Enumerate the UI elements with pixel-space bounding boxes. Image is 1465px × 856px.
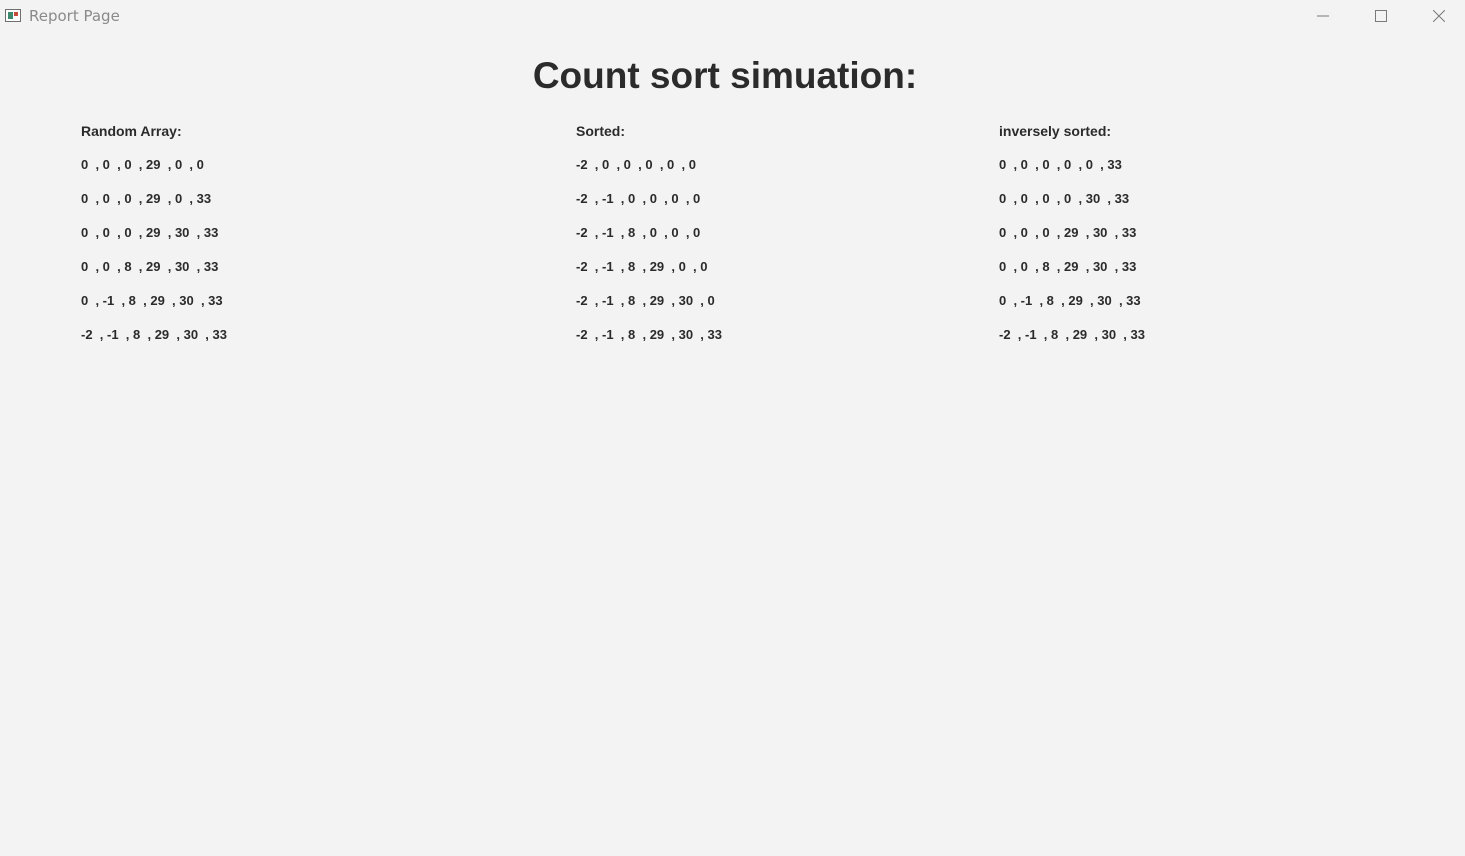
- random-array-column: Random Array: 0 , 0 , 0 , 29 , 0 , 0 0 ,…: [81, 122, 227, 344]
- page-heading: Count sort simuation:: [532, 55, 918, 96]
- array-row: 0 , 0 , 0 , 0 , 30 , 33: [999, 191, 1130, 206]
- array-row: 0 , 0 , 0 , 29 , 0 , 0: [81, 157, 204, 172]
- array-row: -2 , -1 , 0 , 0 , 0 , 0: [576, 191, 701, 206]
- array-row: -2 , -1 , 8 , 29 , 30 , 0: [576, 293, 715, 308]
- array-row: 0 , -1 , 8 , 29 , 30 , 33: [999, 293, 1141, 308]
- inversely-sorted-column: inversely sorted: 0 , 0 , 0 , 0 , 0 , 33…: [999, 122, 1145, 344]
- array-row: 0 , -1 , 8 , 29 , 30 , 33: [81, 293, 223, 308]
- maximize-button[interactable]: [1352, 0, 1410, 33]
- column-label: Sorted:: [576, 123, 625, 139]
- minimize-icon: [1317, 15, 1329, 17]
- array-row: 0 , 0 , 0 , 29 , 30 , 33: [999, 225, 1137, 240]
- close-button[interactable]: [1410, 0, 1465, 33]
- minimize-button[interactable]: [1294, 0, 1352, 33]
- array-row: -2 , -1 , 8 , 29 , 0 , 0: [576, 259, 708, 274]
- array-row: -2 , -1 , 8 , 29 , 30 , 33: [81, 327, 227, 342]
- title-bar[interactable]: Report Page: [0, 0, 1465, 33]
- array-row: -2 , -1 , 8 , 29 , 30 , 33: [576, 327, 722, 342]
- array-row: 0 , 0 , 0 , 29 , 30 , 33: [81, 225, 219, 240]
- sorted-column: Sorted: -2 , 0 , 0 , 0 , 0 , 0 -2 , -1 ,…: [576, 122, 722, 344]
- report-window: Report Page Count sort simuation: Random…: [0, 0, 1465, 856]
- array-row: 0 , 0 , 8 , 29 , 30 , 33: [81, 259, 219, 274]
- column-label: inversely sorted:: [999, 123, 1112, 139]
- array-row: -2 , -1 , 8 , 29 , 30 , 33: [999, 327, 1145, 342]
- column-label: Random Array:: [81, 123, 182, 139]
- array-row: 0 , 0 , 0 , 29 , 0 , 33: [81, 191, 212, 206]
- close-icon: [1433, 10, 1445, 22]
- array-row: -2 , -1 , 8 , 0 , 0 , 0: [576, 225, 701, 240]
- array-row: 0 , 0 , 8 , 29 , 30 , 33: [999, 259, 1137, 274]
- application-window-icon: [5, 9, 21, 22]
- window-title: Report Page: [29, 7, 120, 25]
- maximize-icon: [1375, 10, 1387, 22]
- array-row: -2 , 0 , 0 , 0 , 0 , 0: [576, 157, 696, 172]
- array-row: 0 , 0 , 0 , 0 , 0 , 33: [999, 157, 1122, 172]
